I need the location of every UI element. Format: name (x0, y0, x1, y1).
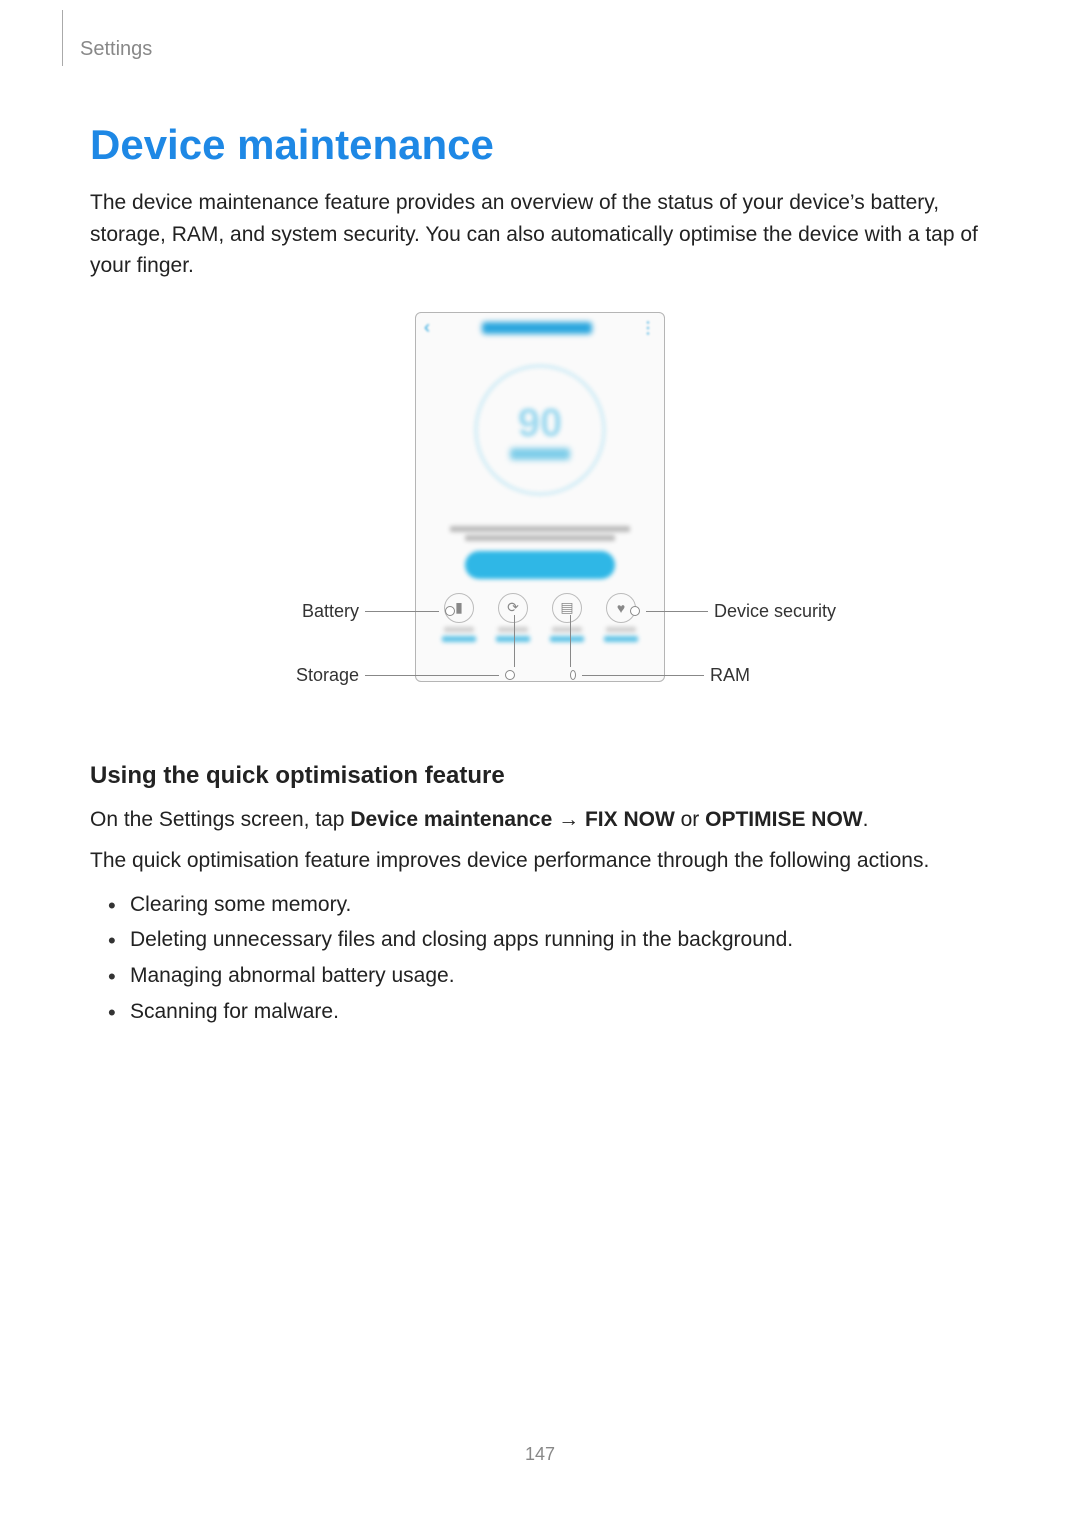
storage-cell: ⟳ (496, 593, 530, 642)
list-item: Managing abnormal battery usage. (108, 958, 990, 994)
score-status-blurred (510, 448, 570, 460)
followup-paragraph: The quick optimisation feature improves … (90, 845, 990, 877)
text-span: . (863, 808, 869, 831)
term-device-maintenance: Device maintenance (350, 808, 552, 831)
callout-battery: Battery (285, 601, 455, 622)
callout-label: RAM (710, 665, 750, 686)
term-fix-now: FIX NOW (585, 808, 675, 831)
back-icon: ‹ (424, 317, 430, 338)
list-item: Scanning for malware. (108, 994, 990, 1030)
optimise-now-button-blurred (465, 551, 615, 579)
page-number: 147 (0, 1444, 1080, 1465)
callout-label: Storage (296, 665, 359, 686)
arrow-icon: → (552, 808, 585, 831)
instruction-paragraph: On the Settings screen, tap Device maint… (90, 804, 990, 836)
term-optimise-now: OPTIMISE NOW (705, 808, 863, 831)
ram-icon: ▤ (552, 593, 582, 623)
screen-title-blurred (482, 322, 592, 334)
text-span: or (675, 808, 705, 831)
more-icon: ⋮ (640, 318, 656, 338)
ram-cell: ▤ (550, 593, 584, 642)
connector-line (570, 615, 571, 667)
score-zone: 90 (416, 343, 664, 518)
breadcrumb: Settings (80, 38, 990, 61)
phone-mockup: ‹ ⋮ 90 ▮ (415, 312, 665, 682)
callout-device-security: Device security (630, 601, 850, 622)
phone-top-bar: ‹ ⋮ (416, 313, 664, 343)
figure-wrap: ‹ ⋮ 90 ▮ (90, 312, 990, 722)
score-ring: 90 (475, 365, 605, 495)
storage-icon: ⟳ (498, 593, 528, 623)
bullet-list: Clearing some memory. Deleting unnecessa… (90, 887, 990, 1030)
list-item: Deleting unnecessary files and closing a… (108, 922, 990, 958)
tip-text-blurred (416, 526, 664, 541)
callout-label: Device security (714, 601, 836, 622)
section-heading: Using the quick optimisation feature (90, 762, 990, 790)
connector-line (514, 615, 515, 667)
device-maintenance-figure: ‹ ⋮ 90 ▮ (230, 312, 850, 722)
list-item: Clearing some memory. (108, 887, 990, 923)
text-span: On the Settings screen, tap (90, 808, 350, 831)
callout-storage: Storage (285, 665, 515, 686)
callout-ram: RAM (570, 665, 750, 686)
header-rule (62, 10, 63, 66)
callout-label: Battery (302, 601, 359, 622)
score-number-blurred: 90 (518, 401, 563, 446)
page-title: Device maintenance (90, 121, 990, 169)
intro-paragraph: The device maintenance feature provides … (90, 187, 990, 282)
